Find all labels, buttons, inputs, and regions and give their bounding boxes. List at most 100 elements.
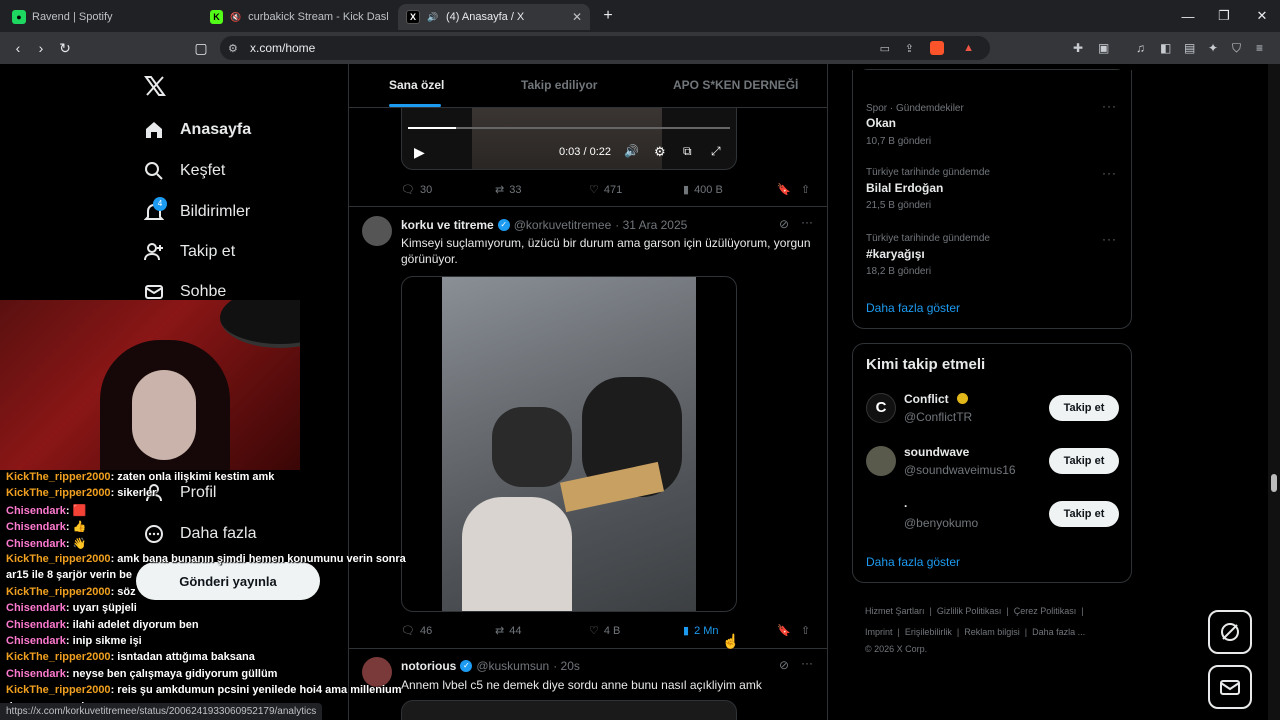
chat-message: Chisendark: uyarı şüpjeli: [6, 602, 137, 614]
tab-search-icon[interactable]: ▣: [1098, 41, 1112, 55]
avatar[interactable]: [362, 657, 392, 687]
messages-button[interactable]: [1208, 665, 1252, 709]
browser-tab-x[interactable]: X 🔊 (4) Anasayfa / X ✕: [398, 4, 590, 30]
trend-item[interactable]: Türkiye tarihinde gündemde Bilal Erdoğan…: [853, 166, 1131, 230]
nav-messages[interactable]: Sohbe: [144, 282, 226, 302]
play-icon[interactable]: ▶: [414, 144, 425, 161]
settings-icon[interactable]: ⚙: [654, 144, 666, 160]
chat-message: KickThe_ripper2000: sikerler: [6, 487, 156, 499]
repost-button[interactable]: ⇄ 44: [495, 624, 521, 638]
grok-button[interactable]: [1208, 610, 1252, 654]
more-options-icon[interactable]: ···: [801, 215, 813, 229]
vpn-icon[interactable]: ⛉: [1232, 41, 1246, 55]
reload-icon[interactable]: ↻: [57, 40, 73, 56]
repost-icon: ⇄: [495, 625, 505, 637]
address-bar[interactable]: ⚙ x.com/home ▭ ⇪ ▲: [220, 36, 990, 60]
follow-button[interactable]: Takip et: [1049, 501, 1119, 527]
video-frame: [442, 277, 696, 611]
sidebar-icon[interactable]: ◧: [1160, 41, 1174, 55]
tweet-video[interactable]: [401, 276, 737, 612]
cast-icon[interactable]: ▭: [880, 42, 890, 55]
chat-message: Chisendark: ilahi adelet diyorum ben: [6, 619, 199, 631]
pip-icon[interactable]: ⧉: [683, 144, 692, 159]
chat-username: Chisendark: [6, 602, 66, 615]
share-icon[interactable]: ⇪: [905, 42, 914, 55]
scrollbar[interactable]: [1268, 64, 1280, 720]
site-info-icon[interactable]: ⚙: [228, 42, 238, 55]
brave-shield-icon[interactable]: [930, 41, 944, 55]
reply-button[interactable]: 🗨 30: [401, 183, 432, 197]
more-options-icon[interactable]: ···: [1102, 166, 1117, 180]
browser-tab-spotify[interactable]: ● Ravend | Spotify: [4, 4, 200, 30]
follow-button[interactable]: Takip et: [1049, 448, 1119, 474]
reply-button[interactable]: 🗨 46: [401, 624, 432, 638]
back-icon[interactable]: ‹: [10, 40, 26, 56]
chat-message: KickThe_ripper2000: isntadan attığıma ba…: [6, 651, 255, 663]
tweet-header: notorious ✓ @kuskumsun · 20s: [401, 659, 580, 673]
share-tweet-icon[interactable]: ⇧: [801, 624, 810, 637]
extensions-icon[interactable]: ✚: [1073, 41, 1087, 55]
follow-suggestion[interactable]: C Conflict @ConflictTR Takip et: [853, 388, 1131, 428]
trend-item[interactable]: Spor · Gündemdekiler Okan 10,7 B gönderi…: [853, 99, 1131, 166]
music-icon[interactable]: ♫: [1136, 41, 1150, 55]
brave-rewards-icon[interactable]: ▲: [963, 42, 974, 54]
show-more-link[interactable]: Daha fazla göster: [866, 555, 960, 569]
more-options-icon[interactable]: ···: [801, 656, 813, 670]
repost-icon: ⇄: [495, 184, 505, 196]
chat-separator: :: [65, 618, 73, 631]
video-progress-track[interactable]: [408, 127, 730, 129]
grok-icon[interactable]: ⊘: [779, 217, 789, 231]
grok-icon[interactable]: ⊘: [779, 658, 789, 672]
maximize-button[interactable]: ❐: [1206, 0, 1242, 32]
new-tab-button[interactable]: +: [590, 0, 626, 32]
nav-explore[interactable]: Keşfet: [144, 161, 225, 181]
x-logo[interactable]: [143, 74, 167, 98]
more-options-icon[interactable]: ···: [1102, 232, 1117, 246]
wallet-icon[interactable]: ▤: [1184, 41, 1198, 55]
views-button[interactable]: ▮ 400 B: [683, 183, 723, 197]
like-button[interactable]: ♡ 4 B: [589, 624, 620, 638]
timeline-column: Sana özel Takip ediliyor APO S*KEN DERNE…: [348, 64, 828, 720]
nav-notifications[interactable]: 4 Bildirimler: [144, 197, 250, 222]
chat-text: söz: [117, 585, 136, 598]
close-tab-icon[interactable]: ✕: [572, 10, 582, 24]
trend-item[interactable]: Türkiye tarihinde gündemde #karyağışı 18…: [853, 232, 1131, 296]
nav-follow[interactable]: Takip et: [144, 242, 235, 262]
tab-list[interactable]: APO S*KEN DERNEĞİ: [673, 78, 798, 92]
follow-suggestion[interactable]: . @benyokumo Takip et: [853, 494, 1131, 534]
status-bar: https://x.com/korkuvetitremee/status/200…: [0, 703, 323, 720]
share-tweet-icon[interactable]: ⇧: [801, 183, 810, 196]
tweet-media[interactable]: [401, 700, 737, 720]
close-window-button[interactable]: ✕: [1244, 0, 1280, 32]
card-title: Kimi takip etmeli: [866, 356, 986, 373]
menu-icon[interactable]: ≡: [1256, 41, 1270, 55]
views-button[interactable]: ▮ 2 Mn: [683, 624, 719, 638]
bookmark-icon[interactable]: ▢: [193, 40, 209, 56]
follow-button[interactable]: Takip et: [1049, 395, 1119, 421]
minimize-button[interactable]: —: [1170, 0, 1206, 32]
follow-suggestion[interactable]: soundwave @soundwaveimus16 Takip et: [853, 441, 1131, 481]
bookmark-tweet-icon[interactable]: 🔖: [777, 183, 791, 196]
post-button[interactable]: Gönderi yayınla: [136, 562, 320, 600]
nav-more[interactable]: Daha fazla: [144, 524, 257, 544]
repost-button[interactable]: ⇄ 33: [495, 183, 521, 197]
x-icon: X: [406, 10, 420, 24]
tab-following[interactable]: Takip ediliyor: [521, 78, 597, 92]
fullscreen-icon[interactable]: ⤢: [711, 144, 721, 159]
volume-icon[interactable]: 🔊: [624, 144, 639, 158]
nav-home[interactable]: Anasayfa: [144, 120, 251, 140]
avatar: C: [866, 393, 896, 423]
video-player[interactable]: ▶ 0:03 / 0:22 🔊 ⚙ ⧉ ⤢: [401, 108, 737, 170]
leo-ai-icon[interactable]: ✦: [1208, 41, 1222, 55]
like-button[interactable]: ♡ 471: [589, 183, 622, 197]
more-options-icon[interactable]: ···: [1102, 99, 1117, 113]
forward-icon[interactable]: ›: [33, 40, 49, 56]
avatar[interactable]: [362, 216, 392, 246]
scrollbar-thumb[interactable]: [1271, 474, 1277, 492]
verified-icon: ✓: [460, 660, 473, 672]
bookmark-tweet-icon[interactable]: 🔖: [777, 624, 791, 637]
tab-for-you[interactable]: Sana özel: [389, 78, 444, 92]
chat-text: amk bana bunanın şimdi hemen konumunu ve…: [117, 553, 406, 565]
browser-tab-kick[interactable]: K 🔇 curbakick Stream - Kick Dashboard: [202, 4, 396, 30]
show-more-link[interactable]: Daha fazla göster: [866, 301, 960, 315]
